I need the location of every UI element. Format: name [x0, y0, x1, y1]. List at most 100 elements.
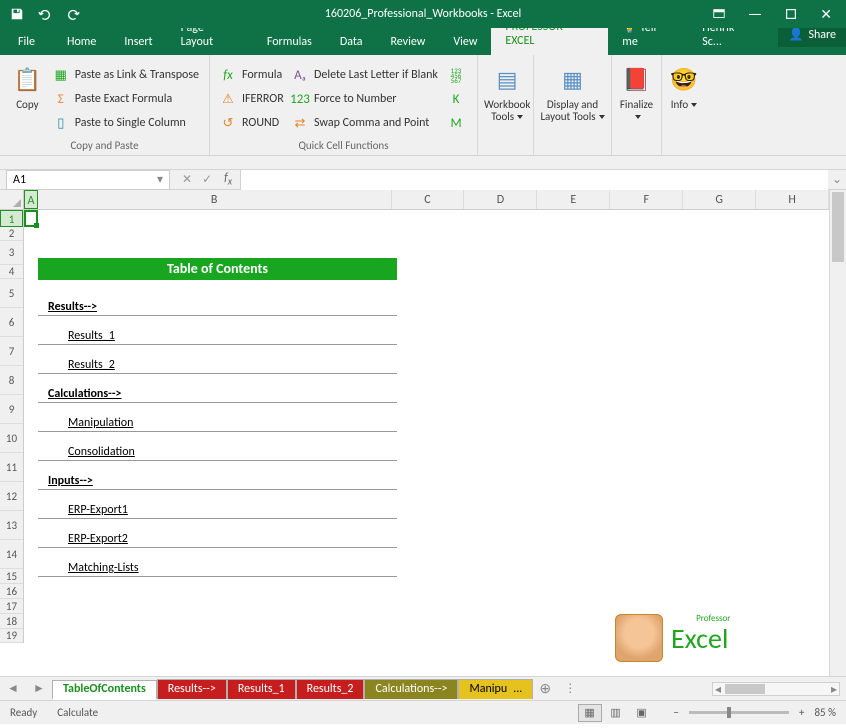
- row-header-13[interactable]: 13: [0, 511, 23, 540]
- home-tab[interactable]: Home: [53, 29, 110, 55]
- link-results-2[interactable]: Results_2: [68, 358, 115, 372]
- data-tab[interactable]: Data: [326, 29, 377, 55]
- row-header-2[interactable]: 2: [0, 227, 23, 241]
- m-btn[interactable]: M: [444, 111, 470, 135]
- formula-input[interactable]: [240, 170, 828, 190]
- zoom-level[interactable]: 85 %: [814, 706, 836, 719]
- finalize-btn[interactable]: 📕 Finalize: [618, 59, 655, 150]
- row-header-1[interactable]: 1: [0, 210, 23, 227]
- col-header-B[interactable]: B: [38, 190, 392, 209]
- zoom-out[interactable]: −: [674, 706, 679, 719]
- col-header-G[interactable]: G: [683, 190, 756, 209]
- col-header-C[interactable]: C: [392, 190, 465, 209]
- col-header-E[interactable]: E: [537, 190, 610, 209]
- name-box[interactable]: A1▾: [6, 170, 170, 190]
- num-format-btn[interactable]: 123 456 567: [444, 63, 470, 87]
- sheet-tab-results2[interactable]: Results_2: [296, 679, 365, 699]
- minimize-icon[interactable]: —: [748, 5, 762, 24]
- col-header-A[interactable]: A: [24, 190, 38, 209]
- row-header-11[interactable]: 11: [0, 453, 23, 482]
- rule: [38, 518, 397, 519]
- row-header-15[interactable]: 15: [0, 569, 23, 584]
- round-btn[interactable]: ↺ROUND: [216, 111, 288, 135]
- link-erp-export2[interactable]: ERP-Export2: [68, 532, 128, 546]
- col-header-H[interactable]: H: [756, 190, 829, 209]
- swap-icon: ⇄: [292, 115, 308, 131]
- link-matching-lists[interactable]: Matching-Lists: [68, 561, 139, 575]
- row-header-3[interactable]: 3: [0, 241, 23, 265]
- swap-comma-point[interactable]: ⇄Swap Comma and Point: [288, 111, 444, 135]
- row-header-14[interactable]: 14: [0, 540, 23, 569]
- delete-last-letter[interactable]: AₐDelete Last Letter if Blank: [288, 63, 444, 87]
- row-headers[interactable]: 12345678910111213141516171819: [0, 210, 24, 643]
- copy-button[interactable]: 📋 Copy: [6, 59, 49, 137]
- formula-btn[interactable]: fxFormula: [216, 63, 288, 87]
- tab-strip-divider[interactable]: ⋮: [557, 681, 583, 696]
- review-tab[interactable]: Review: [376, 29, 439, 55]
- row-header-18[interactable]: 18: [0, 614, 23, 629]
- link-consolidation[interactable]: Consolidation: [68, 445, 135, 459]
- formulas-tab[interactable]: Formulas: [253, 29, 326, 55]
- file-tab[interactable]: File: [0, 29, 53, 55]
- add-sheet-button[interactable]: ⊕: [533, 680, 557, 697]
- iferror-btn[interactable]: ⚠IFERROR: [216, 87, 288, 111]
- workbook-tools[interactable]: ▤ Workbook Tools: [484, 59, 530, 150]
- maximize-icon[interactable]: [784, 7, 798, 21]
- view-tab[interactable]: View: [439, 29, 491, 55]
- column-headers[interactable]: ABCDEFGH: [24, 190, 829, 210]
- active-cell[interactable]: [24, 210, 38, 227]
- row-header-4[interactable]: 4: [0, 265, 23, 279]
- cells-area[interactable]: Table of Contents Results--> Results_1 R…: [24, 210, 829, 676]
- display-layout-tools[interactable]: ▦ Display and Layout Tools: [540, 59, 605, 150]
- row-header-19[interactable]: 19: [0, 629, 23, 643]
- insert-tab[interactable]: Insert: [110, 29, 166, 55]
- redo-icon[interactable]: [66, 7, 80, 21]
- vertical-scrollbar[interactable]: [829, 190, 846, 676]
- zoom-slider[interactable]: [689, 711, 789, 714]
- row-header-16[interactable]: 16: [0, 584, 23, 599]
- row-header-7[interactable]: 7: [0, 337, 23, 366]
- sheet-tab-toc[interactable]: TableOfContents: [52, 680, 157, 700]
- link-manipulation[interactable]: Manipulation: [68, 416, 133, 430]
- row-header-12[interactable]: 12: [0, 482, 23, 511]
- paste-link-transpose[interactable]: ▦Paste as Link & Transpose: [49, 63, 203, 87]
- undo-icon[interactable]: [38, 7, 52, 21]
- sheet-tab-calculations[interactable]: Calculations-->: [364, 679, 458, 699]
- link-erp-export1[interactable]: ERP-Export1: [68, 503, 128, 517]
- col-header-F[interactable]: F: [610, 190, 683, 209]
- k-btn[interactable]: K: [444, 87, 470, 111]
- horizontal-scrollbar[interactable]: ◂ ▸: [712, 682, 840, 696]
- force-to-number[interactable]: 123Force to Number: [288, 87, 444, 111]
- expand-formula-bar[interactable]: ⌄: [828, 172, 846, 187]
- page-layout-view-btn[interactable]: ▥: [604, 704, 628, 722]
- paste-exact-formula[interactable]: ΣPaste Exact Formula: [49, 87, 203, 111]
- select-all-corner[interactable]: [0, 190, 24, 210]
- sheet-tab-results1[interactable]: Results_1: [227, 679, 296, 699]
- accept-formula-icon[interactable]: ✓: [202, 172, 212, 187]
- row-header-9[interactable]: 9: [0, 395, 23, 424]
- sheet-tab-results[interactable]: Results-->: [157, 679, 227, 699]
- tab-nav-next[interactable]: ►: [26, 681, 52, 696]
- link-results-1[interactable]: Results_1: [68, 329, 115, 343]
- fx-icon[interactable]: fx: [224, 171, 240, 187]
- zoom-in[interactable]: +: [799, 706, 804, 719]
- paste-single-column[interactable]: ▯Paste to Single Column: [49, 111, 203, 135]
- info-btn[interactable]: 🤓 Info: [668, 59, 700, 150]
- cancel-formula-icon[interactable]: ✕: [182, 172, 192, 187]
- col-header-D[interactable]: D: [464, 190, 537, 209]
- close-icon[interactable]: ✕: [820, 6, 832, 23]
- row-header-8[interactable]: 8: [0, 366, 23, 395]
- save-icon[interactable]: [10, 7, 24, 21]
- normal-view-btn[interactable]: ▦: [578, 704, 602, 722]
- ribbon-display-icon[interactable]: [712, 7, 726, 21]
- row-header-5[interactable]: 5: [0, 279, 23, 308]
- sheet-tab-manipulation[interactable]: Manipu...: [458, 679, 533, 699]
- tab-nav-prev[interactable]: ◄: [0, 681, 26, 696]
- row-header-17[interactable]: 17: [0, 599, 23, 614]
- page-break-view-btn[interactable]: ▣: [630, 704, 654, 722]
- row-header-10[interactable]: 10: [0, 424, 23, 453]
- zoom-control[interactable]: − + 85 %: [674, 706, 836, 719]
- round-icon: ↺: [220, 115, 236, 131]
- pdf-icon: 📕: [621, 63, 653, 95]
- row-header-6[interactable]: 6: [0, 308, 23, 337]
